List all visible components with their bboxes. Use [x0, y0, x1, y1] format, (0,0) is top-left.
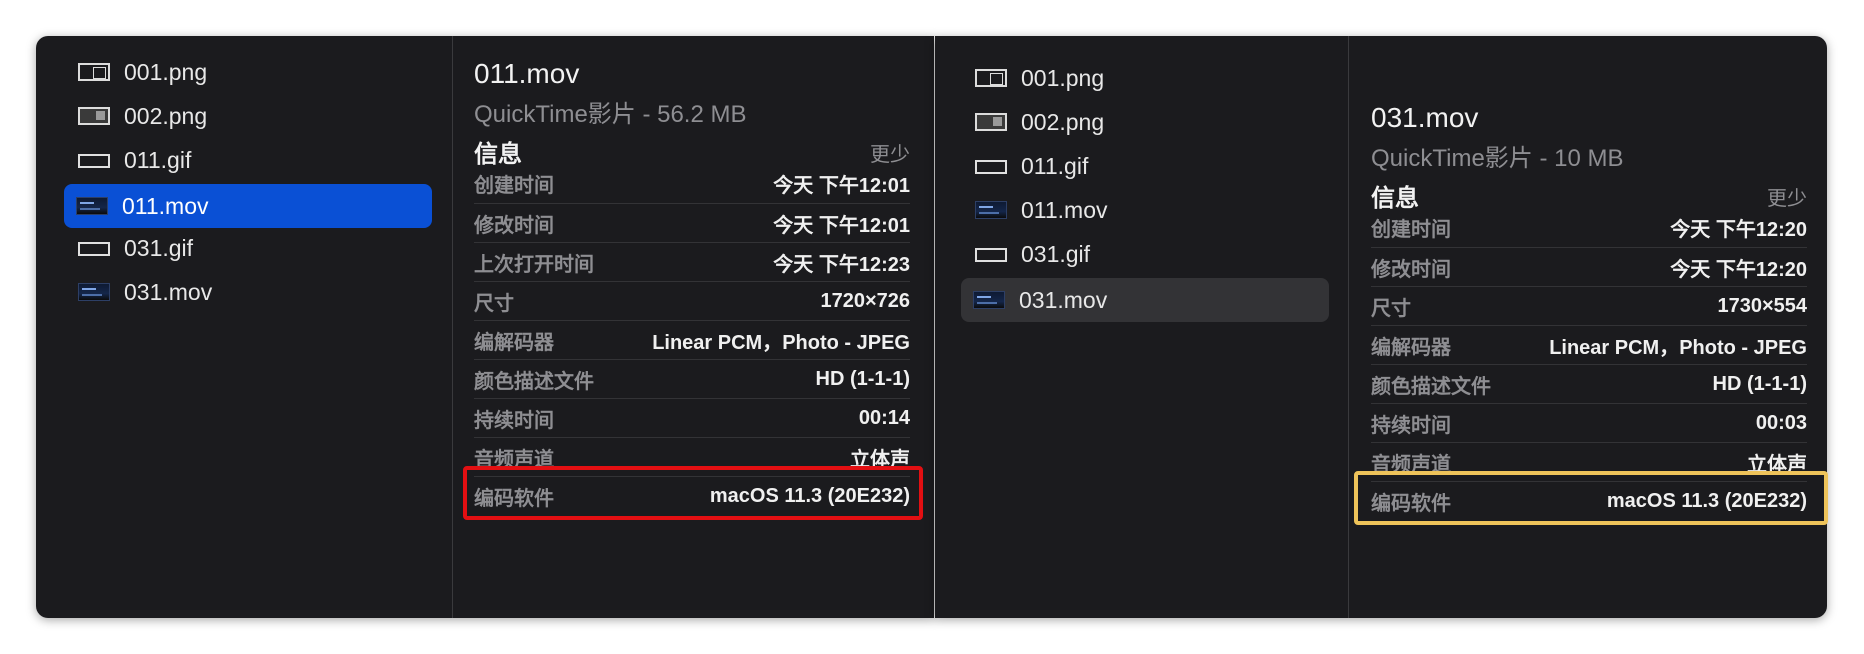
info-label: 修改时间 — [474, 215, 554, 237]
gif-image-icon — [78, 154, 110, 168]
movie-file-icon — [78, 283, 110, 301]
info-label: 创建时间 — [474, 175, 554, 197]
info-label: 编解码器 — [474, 332, 554, 354]
info-value: 今天 下午12:20 — [1670, 259, 1807, 281]
info-row-color-profile: 颜色描述文件 HD (1-1-1) — [474, 360, 910, 399]
info-value: 1720×726 — [820, 290, 910, 312]
info-value: 今天 下午12:23 — [773, 254, 910, 276]
file-item-002-png[interactable]: 002.png — [66, 94, 468, 138]
file-item-011-gif[interactable]: 011.gif — [963, 144, 1333, 188]
file-item-031-gif[interactable]: 031.gif — [66, 226, 468, 270]
file-name: 002.png — [124, 102, 208, 129]
info-value: 1730×554 — [1717, 295, 1807, 317]
gif-image-icon — [975, 248, 1007, 262]
info-row-created: 创建时间 今天 下午12:01 — [474, 164, 910, 203]
info-label: 持续时间 — [1371, 415, 1451, 437]
info-label: 颜色描述文件 — [1371, 376, 1491, 398]
file-name: 011.gif — [124, 146, 192, 173]
png-image-icon — [78, 107, 110, 125]
show-less-toggle[interactable]: 更少 — [870, 138, 910, 167]
preview-title: 011.mov — [474, 58, 580, 89]
info-value: 今天 下午12:01 — [773, 175, 910, 197]
info-value: HD (1-1-1) — [1712, 373, 1807, 395]
info-row-codecs: 编解码器 Linear PCM，Photo - JPEG — [1371, 326, 1807, 365]
file-name: 011.mov — [1021, 196, 1108, 223]
info-label: 上次打开时间 — [474, 254, 594, 276]
info-row-dimensions: 尺寸 1730×554 — [1371, 287, 1807, 326]
file-list: 001.png 002.png 011.gif 011.mov 031.gif … — [935, 36, 1348, 618]
finder-window-left: 001.png 002.png 011.gif 011.mov 031.gif … — [36, 36, 934, 618]
file-item-001-png[interactable]: 001.png — [66, 50, 468, 94]
movie-file-icon — [975, 201, 1007, 219]
preview-title: 031.mov — [1371, 102, 1479, 133]
info-row-created: 创建时间 今天 下午12:20 — [1371, 208, 1807, 247]
info-label: 颜色描述文件 — [474, 371, 594, 393]
file-item-031-mov[interactable]: 031.mov — [66, 270, 468, 314]
file-name: 031.gif — [124, 234, 194, 261]
info-row-codecs: 编解码器 Linear PCM，Photo - JPEG — [474, 321, 910, 360]
file-name: 001.png — [124, 58, 208, 85]
png-image-icon — [975, 113, 1007, 131]
info-row-dimensions: 尺寸 1720×726 — [474, 282, 910, 321]
gif-image-icon — [78, 242, 110, 256]
file-name: 001.png — [1021, 64, 1105, 91]
file-name: 011.mov — [122, 192, 209, 219]
png-image-icon — [78, 63, 110, 81]
file-item-011-mov[interactable]: 011.mov — [64, 184, 432, 228]
movie-file-icon — [973, 291, 1005, 309]
preview-pane: 011.mov QuickTime影片 - 56.2 MB 信息 更少 创建时间… — [474, 36, 910, 618]
gif-image-icon — [975, 160, 1007, 174]
info-row-duration: 持续时间 00:03 — [1371, 404, 1807, 443]
preview-subtitle: QuickTime影片 - 10 MB — [1371, 145, 1624, 172]
info-label: 尺寸 — [1371, 298, 1411, 320]
duration-highlight-red — [463, 466, 923, 520]
file-item-011-gif[interactable]: 011.gif — [66, 138, 468, 182]
show-less-toggle[interactable]: 更少 — [1767, 182, 1807, 211]
column-divider[interactable] — [452, 36, 453, 618]
preview-subtitle: QuickTime影片 - 56.2 MB — [474, 101, 747, 128]
info-value: 00:03 — [1755, 412, 1807, 434]
column-divider[interactable] — [1348, 36, 1349, 618]
finder-window-right: 001.png 002.png 011.gif 011.mov 031.gif … — [935, 36, 1827, 618]
file-list: 001.png 002.png 011.gif 011.mov 031.gif … — [36, 36, 452, 618]
info-row-color-profile: 颜色描述文件 HD (1-1-1) — [1371, 365, 1807, 404]
info-row-modified: 修改时间 今天 下午12:20 — [1371, 248, 1807, 287]
info-value: Linear PCM，Photo - JPEG — [1549, 337, 1807, 359]
file-name: 031.mov — [1019, 286, 1108, 313]
file-item-031-mov[interactable]: 031.mov — [961, 278, 1329, 322]
info-value: 00:14 — [858, 407, 910, 429]
info-row-modified: 修改时间 今天 下午12:01 — [474, 204, 910, 243]
file-item-002-png[interactable]: 002.png — [963, 100, 1333, 144]
info-value: 今天 下午12:01 — [773, 215, 910, 237]
file-item-001-png[interactable]: 001.png — [963, 56, 1333, 100]
info-label: 修改时间 — [1371, 259, 1451, 281]
info-label: 创建时间 — [1371, 219, 1451, 241]
info-label: 编解码器 — [1371, 337, 1451, 359]
file-name: 031.gif — [1021, 240, 1091, 267]
movie-file-icon — [76, 197, 108, 215]
png-image-icon — [975, 69, 1007, 87]
duration-highlight-yellow — [1354, 471, 1828, 525]
info-row-duration: 持续时间 00:14 — [474, 399, 910, 438]
info-label: 持续时间 — [474, 410, 554, 432]
file-item-031-gif[interactable]: 031.gif — [963, 232, 1333, 276]
file-name: 031.mov — [124, 278, 213, 305]
info-value: Linear PCM，Photo - JPEG — [652, 332, 910, 354]
file-item-011-mov[interactable]: 011.mov — [963, 188, 1333, 232]
info-value: HD (1-1-1) — [815, 368, 910, 390]
preview-pane: 031.mov QuickTime影片 - 10 MB 信息 更少 创建时间 今… — [1371, 36, 1807, 618]
file-name: 002.png — [1021, 108, 1105, 135]
info-row-last-opened: 上次打开时间 今天 下午12:23 — [474, 243, 910, 282]
file-name: 011.gif — [1021, 152, 1089, 179]
info-value: 今天 下午12:20 — [1670, 219, 1807, 241]
info-label: 尺寸 — [474, 293, 514, 315]
